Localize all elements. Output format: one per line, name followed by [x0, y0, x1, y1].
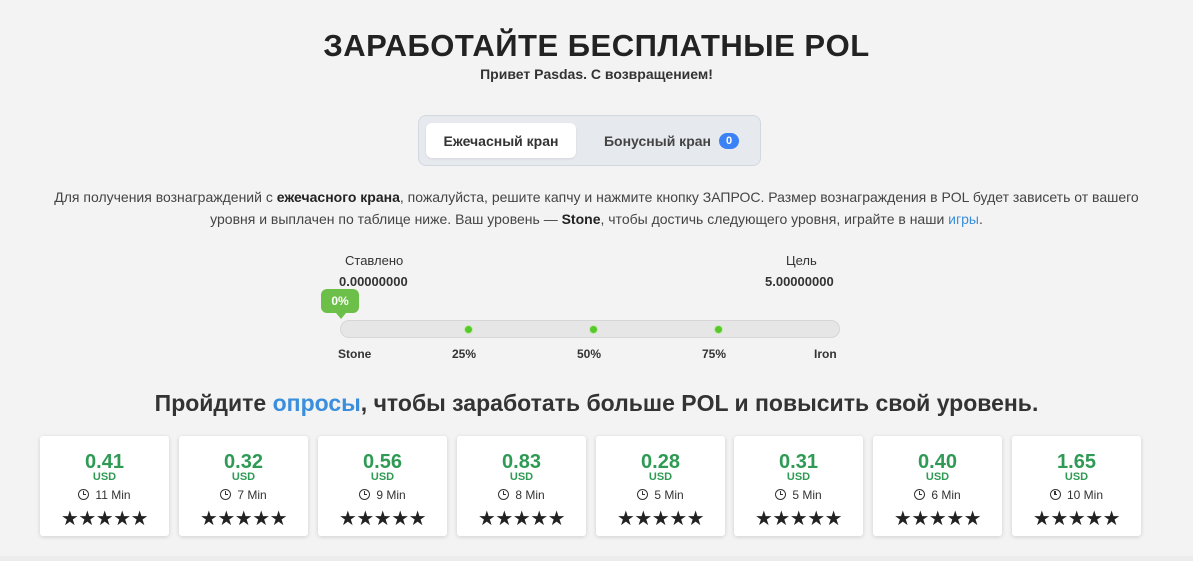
staked-value: 0.00000000 — [339, 274, 408, 289]
star-rating: ★★★★★ — [893, 508, 982, 530]
page-title: ЗАРАБОТАЙТЕ БЕСПЛАТНЫЕ POL — [323, 28, 870, 63]
survey-card[interactable]: 0.83 USD 8 Min ★★★★★ — [457, 436, 586, 536]
clock-icon — [637, 489, 649, 500]
survey-time: 10 Min — [1066, 488, 1104, 502]
desc-text-3: , чтобы достичь следующего уровня, играй… — [600, 211, 949, 227]
survey-card[interactable]: 0.56 USD 9 Min ★★★★★ — [318, 436, 447, 536]
bottom-divider — [0, 556, 1193, 561]
tick-label-stone: Stone — [338, 347, 372, 361]
survey-time: 5 Min — [654, 488, 684, 502]
faucet-page: ЗАРАБОТАЙТЕ БЕСПЛАТНЫЕ POL Привет Pasdas… — [0, 0, 1193, 561]
survey-card[interactable]: 0.40 USD 6 Min ★★★★★ — [873, 436, 1002, 536]
star-rating: ★★★★★ — [1032, 508, 1121, 530]
level-progress-bar — [340, 320, 840, 338]
staked-label: Ставлено — [345, 253, 404, 268]
survey-card[interactable]: 1.65 USD 10 Min ★★★★★ — [1012, 436, 1141, 536]
survey-currency: USD — [370, 471, 395, 483]
star-rating: ★★★★★ — [754, 508, 843, 530]
desc-text-1: Для получения вознаграждений с — [54, 189, 277, 205]
survey-card[interactable]: 0.31 USD 5 Min ★★★★★ — [734, 436, 863, 536]
tick-label-75: 75% — [702, 347, 727, 361]
tab-bonus-faucet[interactable]: Бонусный кран 0 — [589, 123, 754, 158]
survey-duration: 5 Min — [596, 488, 725, 502]
survey-currency: USD — [92, 471, 117, 483]
tab-hourly-faucet[interactable]: Ежечасный кран — [426, 123, 576, 158]
survey-currency: USD — [648, 471, 673, 483]
headline-post: , чтобы заработать больше POL и повысить… — [360, 390, 1039, 416]
survey-time: 11 Min — [95, 488, 131, 502]
surveys-link[interactable]: опросы — [273, 390, 361, 416]
tab-hourly-label: Ежечасный кран — [443, 132, 559, 149]
survey-card[interactable]: 0.32 USD 7 Min ★★★★★ — [179, 436, 308, 536]
survey-card[interactable]: 0.41 USD 11 Min ★★★★★ — [40, 436, 169, 536]
welcome-message: Привет Pasdas. С возвращением! — [480, 66, 713, 82]
survey-duration: 7 Min — [179, 488, 308, 502]
progress-percent-bubble: 0% — [321, 289, 359, 319]
desc-text-4: . — [978, 211, 983, 227]
clock-icon — [1049, 489, 1061, 500]
desc-bold-hourly: ежечасного крана — [276, 189, 400, 205]
survey-time: 6 Min — [931, 488, 961, 502]
tick-label-50: 50% — [577, 347, 602, 361]
clock-icon — [78, 489, 90, 500]
tick-label-iron: Iron — [814, 347, 837, 361]
clock-icon — [220, 489, 232, 500]
survey-cards: 0.41 USD 11 Min ★★★★★ 0.32 USD 7 Min ★★★… — [40, 436, 1141, 536]
star-rating: ★★★★★ — [338, 508, 427, 530]
survey-currency: USD — [1064, 471, 1089, 483]
bonus-count-badge: 0 — [719, 132, 739, 149]
star-rating: ★★★★★ — [477, 508, 566, 530]
goal-value: 5.00000000 — [765, 274, 834, 289]
survey-duration: 9 Min — [318, 488, 447, 502]
survey-duration: 6 Min — [873, 488, 1002, 502]
survey-time: 9 Min — [376, 488, 406, 502]
clock-icon — [498, 489, 510, 500]
milestone-dot-75 — [715, 326, 722, 333]
faucet-tabs: Ежечасный кран Бонусный кран 0 — [418, 115, 761, 166]
milestone-dot-25 — [465, 326, 472, 333]
clock-icon — [914, 489, 926, 500]
faucet-description: Для получения вознаграждений с ежечасног… — [30, 186, 1163, 230]
survey-time: 7 Min — [237, 488, 267, 502]
survey-card[interactable]: 0.28 USD 5 Min ★★★★★ — [596, 436, 725, 536]
clock-icon — [775, 489, 787, 500]
survey-time: 8 Min — [515, 488, 545, 502]
games-link[interactable]: игры — [948, 211, 979, 227]
star-rating: ★★★★★ — [199, 508, 288, 530]
survey-currency: USD — [231, 471, 256, 483]
desc-bold-level: Stone — [561, 211, 601, 227]
survey-duration: 10 Min — [1012, 488, 1141, 502]
tick-label-25: 25% — [452, 347, 477, 361]
survey-currency: USD — [786, 471, 811, 483]
star-rating: ★★★★★ — [60, 508, 149, 530]
surveys-headline: Пройдите опросы, чтобы заработать больше… — [0, 390, 1193, 417]
tab-bonus-label: Бонусный кран — [603, 132, 711, 149]
milestone-dot-50 — [590, 326, 597, 333]
goal-label: Цель — [786, 253, 817, 268]
survey-currency: USD — [509, 471, 534, 483]
survey-currency: USD — [925, 471, 950, 483]
clock-icon — [359, 489, 371, 500]
survey-duration: 8 Min — [457, 488, 586, 502]
survey-duration: 5 Min — [734, 488, 863, 502]
survey-time: 5 Min — [792, 488, 822, 502]
star-rating: ★★★★★ — [616, 508, 705, 530]
survey-duration: 11 Min — [40, 488, 169, 502]
headline-pre: Пройдите — [154, 390, 273, 416]
